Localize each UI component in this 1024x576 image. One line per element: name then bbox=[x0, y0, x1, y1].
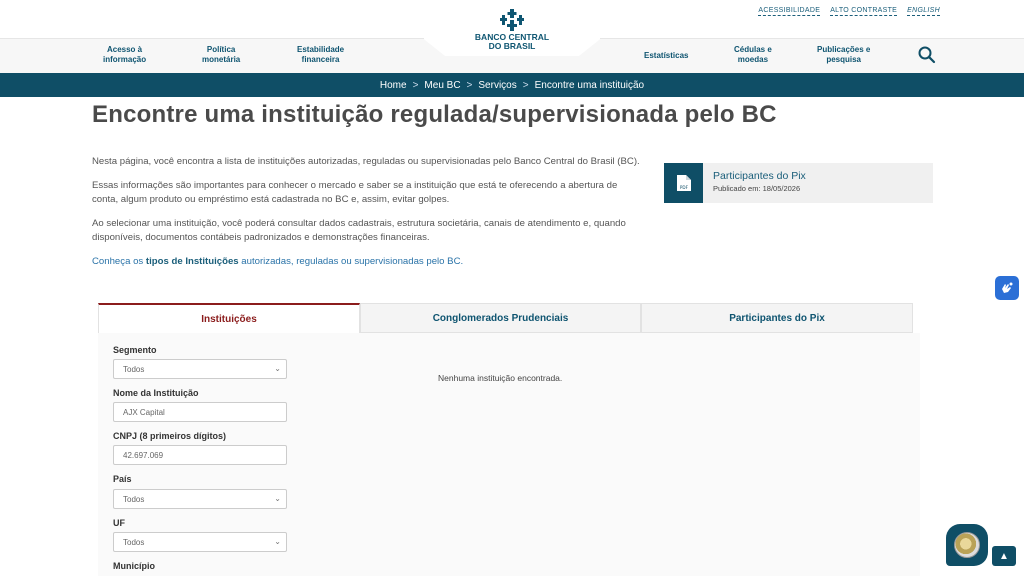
municipio-label: Município bbox=[113, 561, 155, 571]
nav-label: Publicações e bbox=[817, 45, 871, 54]
utility-links: ACESSIBILIDADE ALTO CONTRASTE ENGLISH bbox=[758, 7, 940, 16]
breadcrumb-home[interactable]: Home bbox=[380, 80, 407, 91]
search-icon[interactable] bbox=[917, 45, 937, 65]
nav-label: informação bbox=[103, 55, 147, 64]
english-link[interactable]: ENGLISH bbox=[907, 7, 940, 16]
intro-paragraph-2: Essas informações são importantes para c… bbox=[92, 180, 618, 205]
segmento-select[interactable]: Todos ⌄ bbox=[113, 359, 287, 379]
logo-line-2: DO BRASIL bbox=[488, 41, 536, 51]
breadcrumb-current: Encontre uma instituição bbox=[534, 79, 645, 91]
nav-label: Cédulas e bbox=[734, 45, 772, 54]
nav-publicacoes-pesquisa[interactable]: Publicações e pesquisa bbox=[817, 45, 870, 65]
svg-text:PDF: PDF bbox=[679, 185, 688, 190]
nav-label: pesquisa bbox=[826, 55, 862, 64]
nav-label: Estatísticas bbox=[644, 51, 689, 60]
tab-participantes-pix[interactable]: Participantes do Pix bbox=[641, 303, 913, 333]
breadcrumb: Home > Meu BC > Serviços > Encontre uma … bbox=[0, 73, 1024, 97]
back-to-top-button[interactable]: ▲ bbox=[992, 546, 1016, 566]
nav-estatisticas[interactable]: Estatísticas bbox=[644, 51, 688, 61]
intro-paragraph-3: Ao selecionar uma instituição, você pode… bbox=[92, 218, 626, 243]
intro-text: Nesta página, você encontra a lista de i… bbox=[92, 155, 644, 279]
pais-select[interactable]: Todos ⌄ bbox=[113, 489, 287, 509]
chatbot-avatar-icon bbox=[954, 532, 980, 558]
tab-instituicoes[interactable]: Instituições bbox=[98, 303, 360, 333]
nome-instituicao-label: Nome da Instituição bbox=[113, 388, 199, 398]
chevron-down-icon: ⌄ bbox=[274, 537, 281, 546]
uf-select[interactable]: Todos ⌄ bbox=[113, 532, 287, 552]
segmento-value: Todos bbox=[123, 364, 145, 374]
intro-paragraph-1: Nesta página, você encontra a lista de i… bbox=[92, 156, 640, 167]
breadcrumb-separator: > bbox=[412, 79, 419, 91]
nav-label: financeira bbox=[301, 55, 340, 64]
institution-tabs: Instituições Conglomerados Prudenciais P… bbox=[98, 303, 913, 333]
uf-label: UF bbox=[113, 518, 125, 528]
nome-instituicao-input[interactable]: AJX Capital bbox=[113, 402, 287, 422]
empty-results-message: Nenhuma instituição encontrada. bbox=[438, 373, 563, 383]
nav-label: moedas bbox=[737, 55, 769, 64]
pdf-document-icon: PDF bbox=[664, 163, 703, 203]
nav-acesso-informacao[interactable]: Acesso à informação bbox=[103, 45, 146, 65]
sign-language-accessibility-button[interactable] bbox=[995, 276, 1019, 300]
intro-link-post[interactable]: autorizadas, reguladas ou supervisionada… bbox=[239, 256, 463, 267]
chevron-down-icon: ⌄ bbox=[274, 364, 281, 373]
nav-label: monetária bbox=[202, 55, 241, 64]
intro-paragraph-4: Conheça os tipos de Instituições autoriz… bbox=[92, 255, 644, 269]
chevron-up-icon: ▲ bbox=[999, 550, 1009, 562]
nav-cedulas-moedas[interactable]: Cédulas e moedas bbox=[734, 45, 772, 65]
uf-value: Todos bbox=[123, 537, 145, 547]
high-contrast-link[interactable]: ALTO CONTRASTE bbox=[830, 7, 898, 16]
accessibility-link[interactable]: ACESSIBILIDADE bbox=[758, 7, 821, 16]
bcb-logo-icon[interactable] bbox=[500, 9, 524, 31]
tab-conglomerados-prudenciais[interactable]: Conglomerados Prudenciais bbox=[360, 303, 641, 333]
pix-card-title[interactable]: Participantes do Pix bbox=[713, 170, 806, 182]
breadcrumb-separator: > bbox=[466, 79, 473, 91]
segmento-label: Segmento bbox=[113, 345, 157, 355]
breadcrumb-separator: > bbox=[522, 79, 529, 91]
chevron-down-icon: ⌄ bbox=[274, 494, 281, 503]
page-title: Encontre uma instituição regulada/superv… bbox=[92, 101, 777, 128]
chatbot-button[interactable] bbox=[946, 524, 988, 566]
nav-estabilidade-financeira[interactable]: Estabilidade financeira bbox=[297, 45, 344, 65]
pix-card-date: Publicado em: 18/05/2026 bbox=[713, 184, 801, 193]
logo-text[interactable]: BANCO CENTRAL DO BRASIL bbox=[462, 33, 562, 51]
breadcrumb-servicos[interactable]: Serviços bbox=[478, 80, 516, 91]
nav-label: Estabilidade bbox=[297, 45, 345, 54]
intro-link-pre[interactable]: Conheça os bbox=[92, 256, 146, 267]
sign-language-icon bbox=[1002, 282, 1013, 293]
tipos-instituicoes-link[interactable]: tipos de Instituições bbox=[146, 256, 239, 267]
pix-participants-card[interactable]: PDF Participantes do Pix Publicado em: 1… bbox=[664, 163, 933, 203]
breadcrumb-meu-bc[interactable]: Meu BC bbox=[424, 80, 460, 91]
nav-politica-monetaria[interactable]: Política monetária bbox=[202, 45, 240, 65]
cnpj-label: CNPJ (8 primeiros dígitos) bbox=[113, 431, 227, 441]
pais-label: País bbox=[113, 474, 132, 484]
pais-value: Todos bbox=[123, 494, 145, 504]
cnpj-input[interactable]: 42.697.069 bbox=[113, 445, 287, 465]
nav-label: Acesso à bbox=[106, 45, 143, 54]
nav-label: Política bbox=[206, 45, 236, 54]
